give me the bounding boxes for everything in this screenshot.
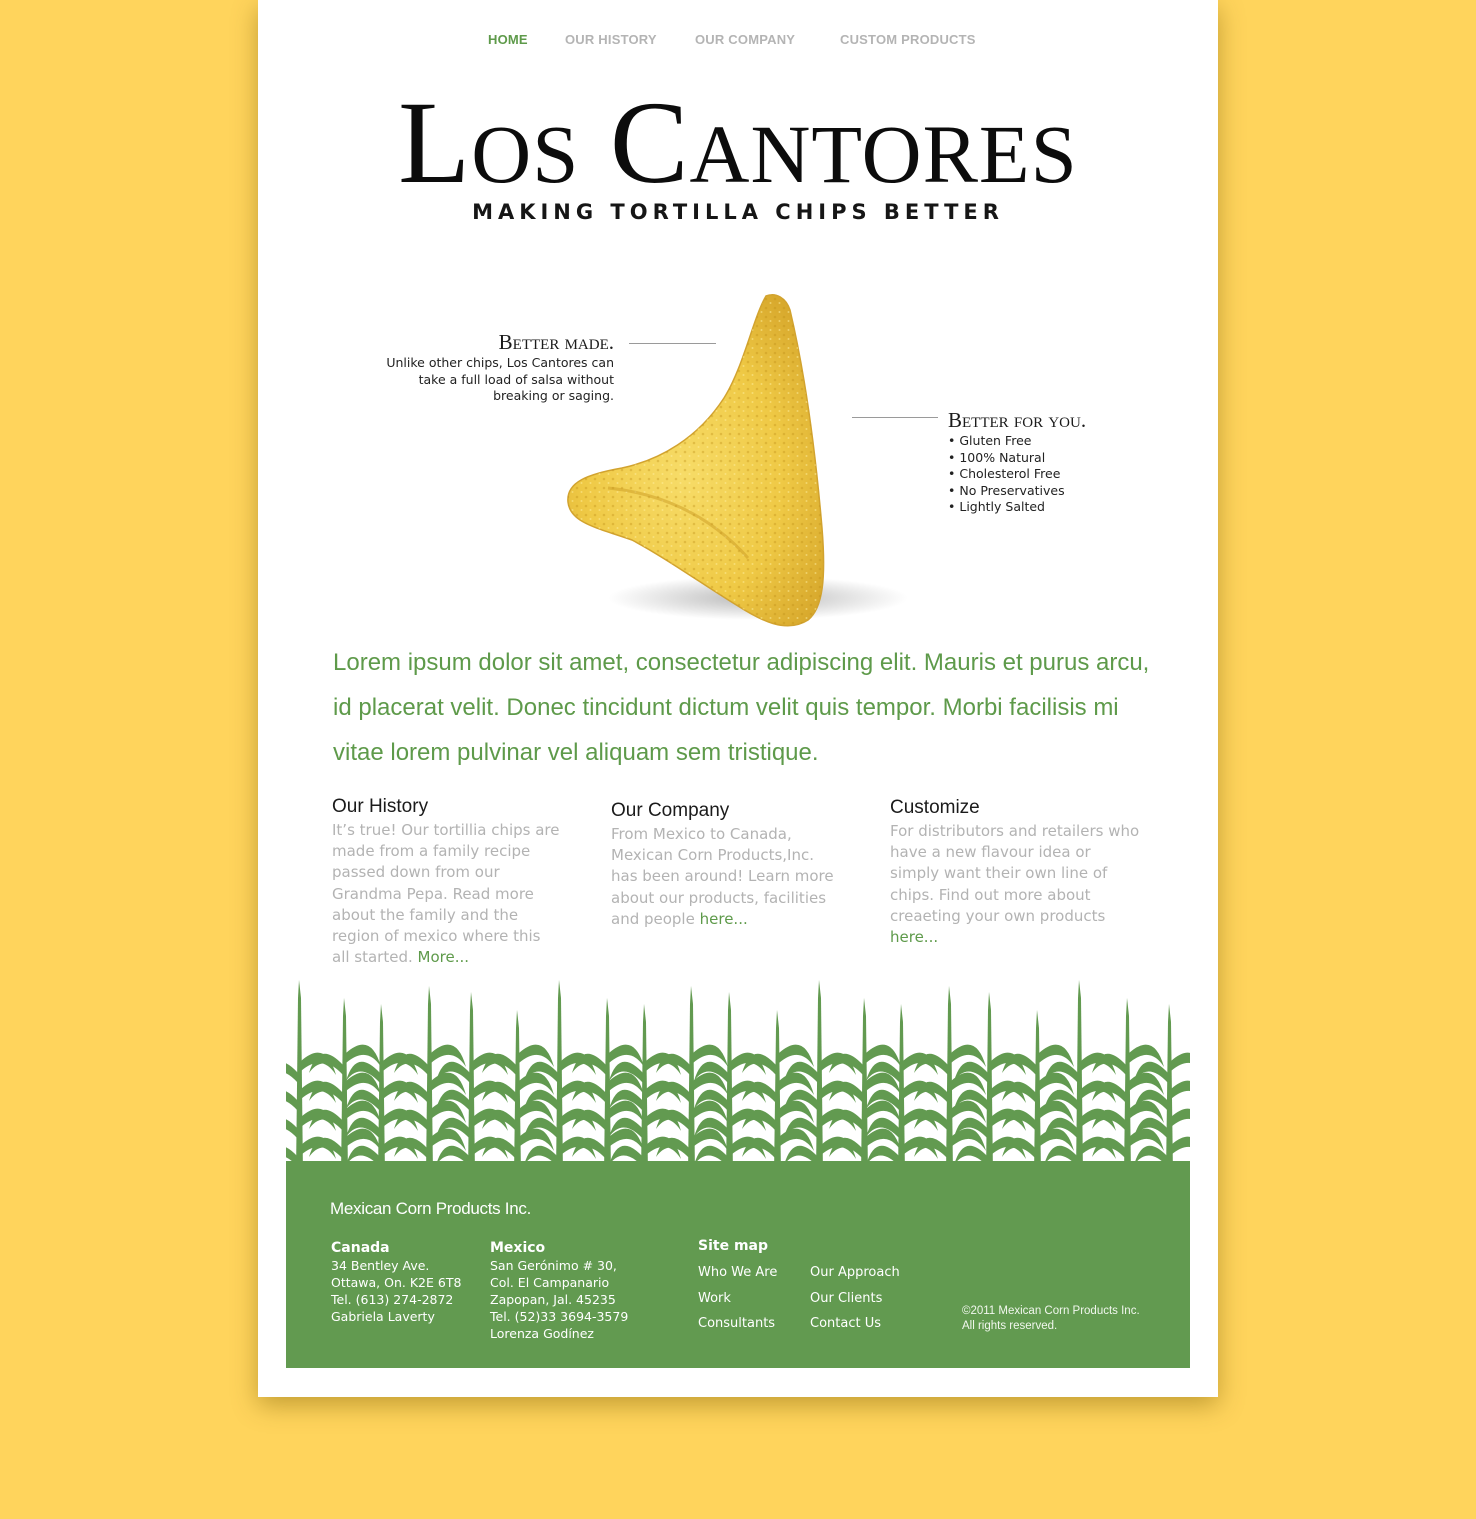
address-line: Zapopan, Jal. 45235 [490,1292,616,1307]
site-logo[interactable]: Los Cantores [258,78,1218,208]
address-canada: Canada 34 Bentley Ave. Ottawa, On. K2E 6… [331,1240,461,1325]
address-mexico: Mexico San Gerónimo # 30, Col. El Campan… [490,1240,628,1342]
nav-our-history[interactable]: OUR HISTORY [565,32,657,47]
sitemap-our-approach[interactable]: Our Approach [810,1265,900,1280]
callout-line-right [852,417,938,418]
better-for-you-callout: Better for you. Gluten Free 100% Natural… [948,408,1168,516]
page-card: HOME OUR HISTORY OUR COMPANY CUSTOM PROD… [258,0,1218,1397]
here-link[interactable]: here... [890,928,938,946]
benefit-item: 100% Natural [948,450,1168,467]
column-text: From Mexico to Canada, Mexican Corn Prod… [611,825,834,928]
sitemap-who-we-are[interactable]: Who We Are [698,1265,777,1280]
footer-brand: Mexican Corn Products Inc. [330,1199,532,1218]
better-made-text: Unlike other chips, Los Cantores can tak… [386,355,614,403]
column-title: Our History [332,796,429,817]
copyright: ©2011 Mexican Corn Products Inc. All rig… [962,1304,1140,1334]
column-title: Our Company [611,800,730,821]
callout-line-left [629,343,716,344]
address-line: Gabriela Laverty [331,1309,435,1324]
sitemap-consultants[interactable]: Consultants [698,1316,775,1331]
benefit-item: Lightly Salted [948,499,1168,516]
sitemap-our-clients[interactable]: Our Clients [810,1291,882,1306]
sitemap-contact-us[interactable]: Contact Us [810,1316,881,1331]
here-link[interactable]: here... [700,910,748,928]
column-customize: Customize For distributors and retailers… [890,795,1140,948]
column-text: It’s true! Our tortillia chips are made … [332,821,560,967]
benefit-item: Gluten Free [948,433,1168,450]
nav-our-company[interactable]: OUR COMPANY [695,32,795,47]
column-our-company: Our Company From Mexico to Canada, Mexic… [611,798,841,930]
benefits-list: Gluten Free 100% Natural Cholesterol Fre… [948,433,1168,516]
better-made-callout: Better made. Unlike other chips, Los Can… [378,330,614,405]
sitemap-work[interactable]: Work [698,1291,731,1306]
tagline: MAKING TORTILLA CHIPS BETTER [472,200,1004,224]
copyright-line: ©2011 Mexican Corn Products Inc. [962,1305,1140,1317]
footer: Mexican Corn Products Inc. Canada 34 Ben… [286,1174,1190,1368]
nav-home[interactable]: HOME [488,32,528,47]
sitemap-heading: Site map [698,1238,768,1254]
nav-custom-products[interactable]: CUSTOM PRODUCTS [840,32,976,47]
address-line: Col. El Campanario [490,1275,610,1290]
address-heading: Canada [331,1240,390,1256]
benefit-item: No Preservatives [948,483,1168,500]
address-line: 34 Bentley Ave. [331,1258,430,1273]
column-our-history: Our History It’s true! Our tortillia chi… [332,794,562,968]
address-line: Ottawa, On. K2E 6T8 [331,1275,462,1290]
better-for-you-title: Better for you. [948,408,1087,432]
benefit-item: Cholesterol Free [948,466,1168,483]
address-line: Tel. (52)33 3694-3579 [490,1309,629,1324]
address-line: Lorenza Godínez [490,1326,594,1341]
column-text: For distributors and retailers who have … [890,822,1140,947]
better-made-title: Better made. [498,330,614,354]
address-line: San Gerónimo # 30, [490,1258,617,1273]
more-link[interactable]: More... [418,948,470,966]
corn-field-illustration [286,980,1190,1175]
top-nav: HOME OUR HISTORY OUR COMPANY CUSTOM PROD… [258,32,1218,52]
copyright-line: All rights reserved. [962,1320,1058,1332]
column-title: Customize [890,797,980,818]
address-line: Tel. (613) 274-2872 [331,1292,454,1307]
lead-paragraph: Lorem ipsum dolor sit amet, consectetur … [333,649,1150,766]
address-heading: Mexico [490,1240,546,1256]
